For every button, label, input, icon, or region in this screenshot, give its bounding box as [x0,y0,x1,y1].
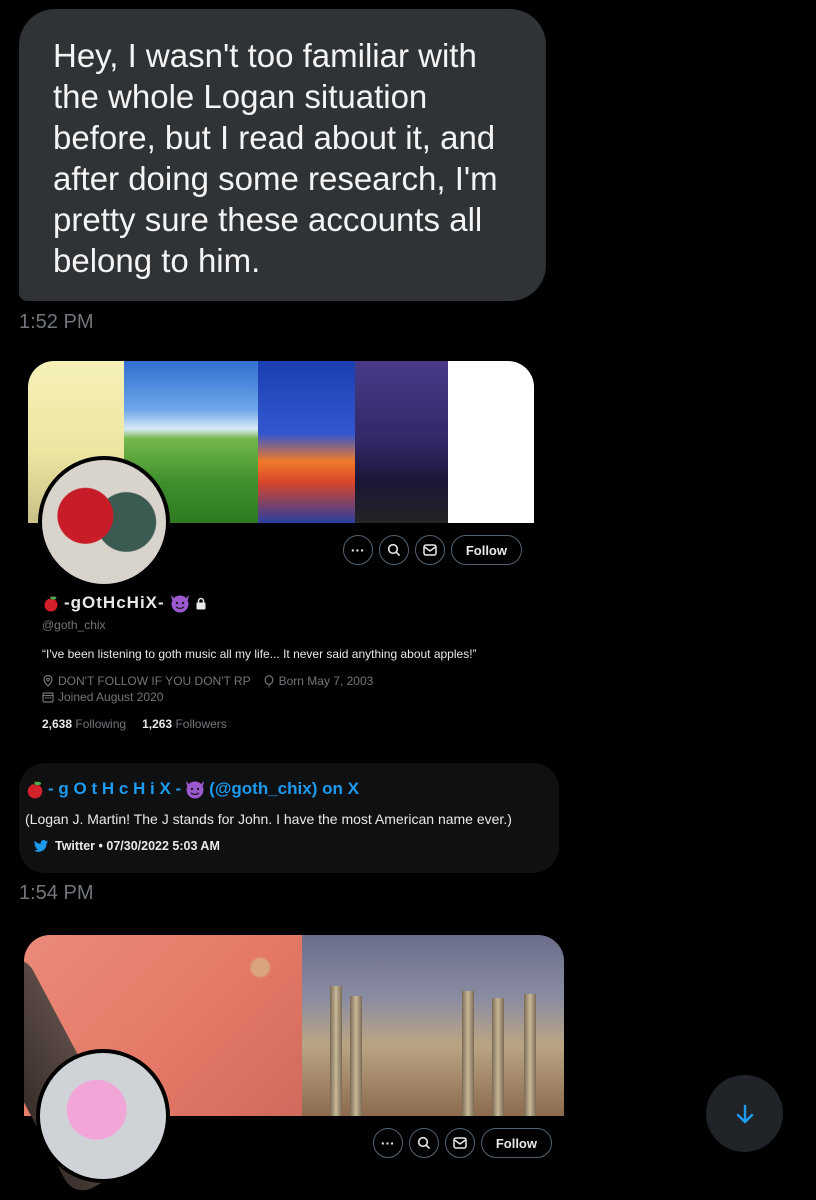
message-line: Hey, I wasn't too familiar with [53,37,477,74]
ruin-column [524,994,536,1116]
message-timestamp: 1:54 PM [19,882,94,904]
profile-location: DON'T FOLLOW IF YOU DON'T RP [42,674,251,688]
banner-panel [302,935,564,1116]
ruin-column [330,986,342,1116]
display-name-text: -gOtHcHiX- [64,593,165,612]
twitter-bird-icon [33,839,49,852]
message-button[interactable] [414,535,445,565]
message-timestamp: 1:52 PM [19,311,94,333]
balloon-icon [264,674,274,687]
location-text: DON'T FOLLOW IF YOU DON'T RP [58,674,251,688]
apple-icon [27,781,43,799]
devil-emoji-icon [186,781,205,799]
search-button[interactable] [378,535,409,565]
profile-counts: 2,638 Following 1,263 Followers [42,717,227,731]
message-line: pretty sure these accounts all [53,201,483,238]
profile-screenshot-1[interactable]: ··· Follow -gOtHcHiX- @goth_chix “I've b… [28,361,534,745]
scroll-to-bottom-button[interactable] [706,1075,783,1152]
embed-title[interactable]: - g O t H c H i X - (@goth_chix) on X [25,779,559,799]
devil-emoji-icon [170,595,189,613]
lock-icon [196,597,206,609]
banner-panel [448,361,534,523]
embed-source: Twitter • 07/30/2022 5:03 AM [33,839,559,853]
ruin-column [350,996,362,1116]
more-button[interactable]: ··· [372,1128,403,1158]
link-preview-embed[interactable]: - g O t H c H i X - (@goth_chix) on X (L… [19,763,559,873]
message-line: before, but I read about it, and [53,119,496,156]
profile-joined: Joined August 2020 [42,690,163,704]
profile-birthday: Born May 7, 2003 [263,674,374,688]
mail-icon [453,1137,467,1149]
display-name: -gOtHcHiX- [42,593,207,613]
message-line: after doing some research, I'm [53,160,498,197]
embed-handle: (@goth_chix) on X [209,779,359,798]
message-button[interactable] [444,1128,475,1158]
profile-avatar [36,1049,170,1183]
mail-icon [423,544,437,556]
profile-actions: ··· Follow [372,1128,552,1158]
message-line: the whole Logan situation [53,78,428,115]
follow-button[interactable]: Follow [480,1128,552,1158]
ruin-column [492,998,504,1116]
more-button[interactable]: ··· [342,535,373,565]
banner-panel [355,361,448,523]
following-count[interactable]: 2,638 Following [42,717,126,731]
arrow-down-icon [736,1104,753,1123]
embed-name: - g O t H c H i X - [48,779,182,798]
embed-source-text: Twitter • 07/30/2022 5:03 AM [55,839,220,853]
search-button[interactable] [408,1128,439,1158]
banner-panel [258,361,355,523]
follow-button[interactable]: Follow [450,535,522,565]
message-line: belong to him. [53,242,261,279]
message-bubble: Hey, I wasn't too familiar with the whol… [19,9,546,301]
profile-bio: “I've been listening to goth music all m… [42,647,477,661]
ruin-column [462,991,474,1116]
profile-avatar [38,456,170,588]
profile-handle: @goth_chix [42,618,106,632]
profile-meta: DON'T FOLLOW IF YOU DON'T RP Born May 7,… [42,674,373,688]
profile-actions: ··· Follow [342,535,522,565]
profile-screenshot-2[interactable]: ··· Follow [24,935,564,1200]
followers-count[interactable]: 1,263 Followers [142,717,227,731]
joined-text: Joined August 2020 [58,690,164,704]
calendar-icon [42,692,54,703]
search-icon [387,543,400,557]
birthday-text: Born May 7, 2003 [278,674,374,688]
location-icon [43,675,53,687]
apple-icon [44,596,58,612]
embed-description: (Logan J. Martin! The J stands for John.… [25,811,512,827]
search-icon [417,1136,430,1150]
